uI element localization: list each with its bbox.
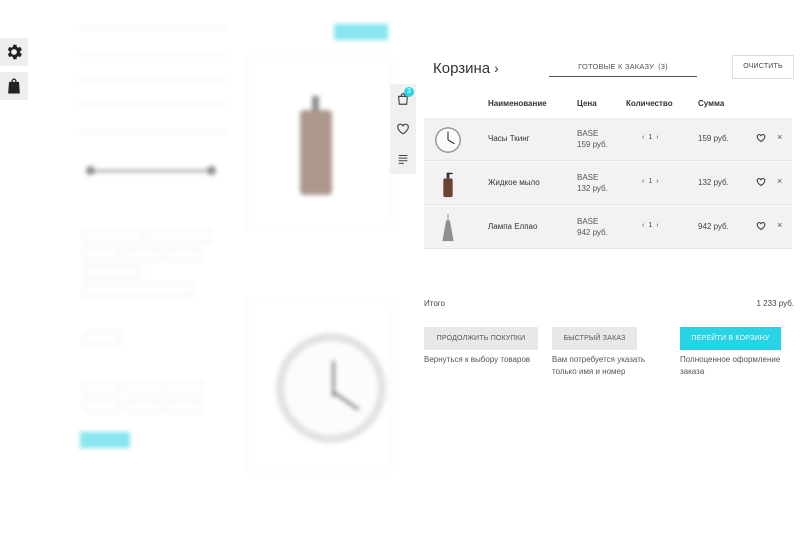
filter-column [78, 0, 228, 138]
column-name: Наименование [488, 99, 547, 108]
tab-favorites[interactable] [390, 114, 416, 144]
product-sum: 942 руб. [698, 222, 729, 231]
favorite-heart-icon[interactable] [756, 133, 766, 143]
ready-tab-count: (3) [658, 62, 668, 71]
product-name[interactable]: Лампа Елпао [488, 222, 537, 231]
price-type: BASE [577, 129, 599, 138]
quick-order-note: Вам потребуется указать только имя и ном… [552, 355, 646, 376]
favorite-heart-icon[interactable] [756, 177, 766, 187]
qty-value[interactable]: 1 [648, 178, 652, 185]
remove-item-button[interactable]: × [777, 132, 782, 142]
shopping-bag-icon [8, 78, 20, 94]
cart-row: Лампа Елпао BASE 942 руб. ‹ 1 › 942 руб. × [424, 206, 792, 249]
clear-cart-button[interactable]: Очистить [732, 55, 794, 79]
qty-increase-button[interactable]: › [656, 222, 658, 229]
product-sum: 159 руб. [698, 134, 729, 143]
tab-cart[interactable]: 3 [390, 84, 416, 114]
qty-value[interactable]: 1 [648, 222, 652, 229]
soap-thumb-icon [443, 172, 453, 197]
price-slider [86, 166, 216, 175]
column-qty: Количество [626, 99, 673, 108]
cart-panel: Корзина › Готовые к заказу (3) Очистить На… [416, 0, 800, 542]
product-price: BASE 132 руб. [577, 172, 608, 194]
heart-icon [397, 123, 409, 135]
remove-item-button[interactable]: × [777, 176, 782, 186]
product-price: BASE 159 руб. [577, 128, 608, 150]
qty-decrease-button[interactable]: ‹ [642, 178, 644, 185]
chevron-right-icon: › [494, 60, 499, 76]
cart-title-link[interactable]: Корзина › [433, 60, 499, 77]
product-price: BASE 942 руб. [577, 216, 608, 238]
qty-decrease-button[interactable]: ‹ [642, 222, 644, 229]
shopping-bag-button[interactable] [0, 72, 28, 100]
quantity-stepper: ‹ 1 › [642, 222, 659, 229]
settings-gear-button[interactable] [0, 38, 28, 66]
continue-shopping-button[interactable]: Продолжить покупки [424, 327, 538, 350]
cart-table-header: Наименование Цена Количество Сумма [416, 99, 800, 111]
price-value: 942 руб. [577, 228, 608, 237]
tab-ready-to-order[interactable]: Готовые к заказу (3) [549, 54, 697, 77]
ready-tab-label: Готовые к заказу [578, 62, 655, 71]
blurred-catalog-background [0, 0, 420, 542]
quick-order-button[interactable]: Быстрый заказ [552, 327, 637, 350]
quantity-stepper: ‹ 1 › [642, 134, 659, 141]
price-value: 132 руб. [577, 184, 608, 193]
total-value: 1 233 руб. [756, 299, 795, 308]
qty-increase-button[interactable]: › [656, 178, 658, 185]
tab-compare[interactable] [390, 144, 416, 174]
quantity-stepper: ‹ 1 › [642, 178, 659, 185]
gear-icon [7, 44, 22, 60]
price-value: 159 руб. [577, 140, 608, 149]
price-type: BASE [577, 217, 599, 226]
column-sum: Сумма [698, 99, 725, 108]
price-type: BASE [577, 173, 599, 182]
product-image[interactable] [432, 123, 464, 156]
qty-increase-button[interactable]: › [656, 134, 658, 141]
list-icon [398, 154, 408, 164]
cart-row: Жидкое мыло BASE 132 руб. ‹ 1 › 132 руб. × [424, 162, 792, 205]
qty-decrease-button[interactable]: ‹ [642, 134, 644, 141]
product-image[interactable] [432, 211, 464, 244]
lamp-thumb-icon [442, 213, 454, 241]
qty-value[interactable]: 1 [648, 134, 652, 141]
cart-count-badge: 3 [404, 87, 414, 97]
panel-tabs: 3 [390, 84, 416, 174]
total-label: Итого [424, 299, 445, 308]
continue-shopping-note: Вернуться к выбору товаров [424, 355, 531, 364]
clock-thumb-icon [435, 126, 461, 153]
column-price: Цена [577, 99, 597, 108]
go-to-cart-button[interactable]: Перейти в корзину [680, 327, 781, 350]
product-sum: 132 руб. [698, 178, 729, 187]
product-name[interactable]: Часы Ткинг [488, 134, 530, 143]
favorite-heart-icon[interactable] [756, 221, 766, 231]
product-image[interactable] [432, 167, 464, 200]
cart-title: Корзина [433, 60, 491, 77]
remove-item-button[interactable]: × [777, 220, 782, 230]
go-to-cart-note: Полноценное оформление заказа [680, 355, 781, 376]
cart-row: Часы Ткинг BASE 159 руб. ‹ 1 › 159 руб. × [424, 118, 792, 161]
product-name[interactable]: Жидкое мыло [488, 178, 540, 187]
